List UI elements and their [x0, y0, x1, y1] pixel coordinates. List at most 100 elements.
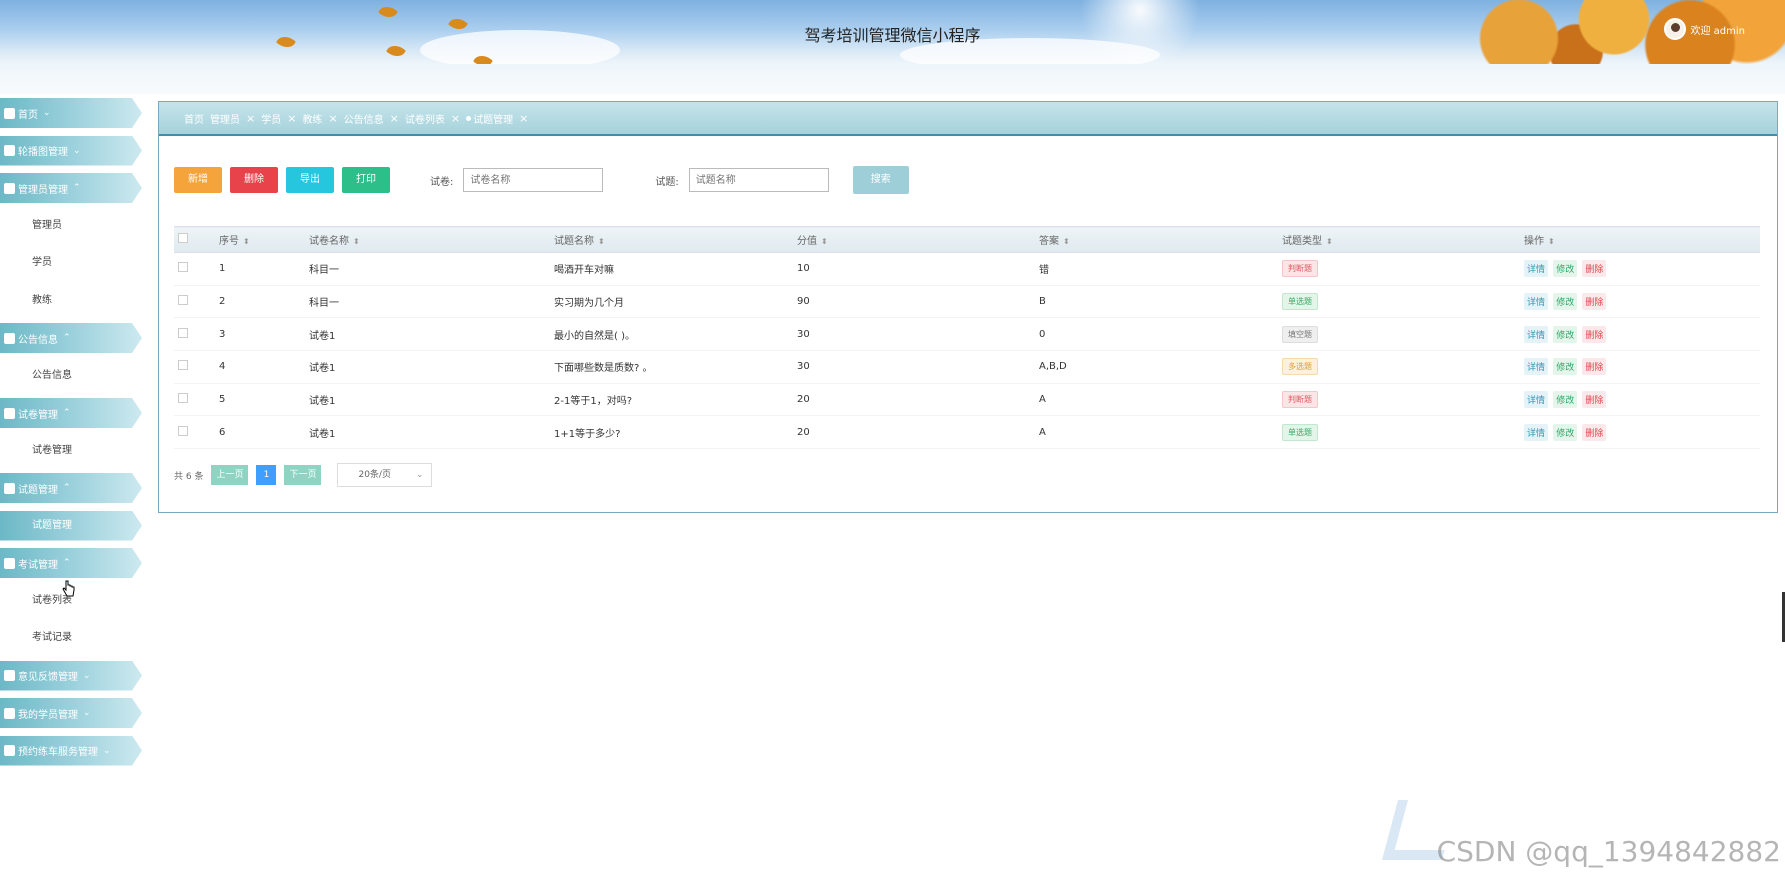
sidebar-group-header[interactable]: 试题管理 ⌃	[0, 473, 142, 503]
sidebar-group-header[interactable]: 预约练车服务管理 ⌄	[0, 735, 142, 766]
tab[interactable]: 管理员 ×	[210, 111, 255, 126]
export-button[interactable]: 导出	[286, 167, 334, 193]
detail-button[interactable]: 详情	[1524, 391, 1549, 409]
close-icon[interactable]: ×	[287, 112, 296, 125]
tab[interactable]: 首页	[184, 111, 204, 126]
edit-button[interactable]: 修改	[1553, 260, 1578, 278]
hand-cursor-icon	[62, 580, 75, 597]
delete-button[interactable]: 删除	[230, 167, 278, 193]
table-row[interactable]: 4 试卷1 下面哪些数是质数? 。 30 A,B,D 多选题 详情 修改 删除	[174, 350, 1760, 384]
page-size-value: 20条/页	[358, 470, 391, 480]
edit-button[interactable]: 修改	[1553, 358, 1578, 376]
question-search-input[interactable]	[688, 168, 829, 192]
table-row[interactable]: 6 试卷1 1+1等于多少? 20 A 单选题 详情 修改 删除	[174, 415, 1760, 450]
detail-button[interactable]: 详情	[1524, 325, 1549, 343]
sidebar-group-header[interactable]: 试卷管理 ⌃	[0, 398, 142, 428]
row-checkbox[interactable]	[178, 425, 188, 436]
next-page-button[interactable]: 下一页	[284, 465, 322, 485]
select-all-checkbox[interactable]	[178, 233, 188, 243]
sidebar-group-header[interactable]: 意见反馈管理 ⌄	[0, 660, 142, 691]
column-header[interactable]: 序号 ⬍	[219, 226, 309, 253]
row-checkbox[interactable]	[178, 295, 188, 306]
sidebar-group-label: 试题管理	[18, 484, 58, 496]
sort-icon[interactable]: ⬍	[243, 237, 250, 246]
row-checkbox[interactable]	[178, 360, 188, 371]
user-menu[interactable]: 欢迎 admin	[1664, 18, 1745, 40]
edit-button[interactable]: 修改	[1553, 391, 1578, 409]
row-delete-button[interactable]: 删除	[1582, 293, 1607, 311]
column-header[interactable]: 答案 ⬍	[1039, 226, 1282, 253]
row-delete-button[interactable]: 删除	[1582, 358, 1607, 376]
row-checkbox[interactable]	[178, 262, 188, 273]
tab[interactable]: 学员 ×	[261, 111, 296, 126]
sidebar-item[interactable]: 教练	[0, 286, 145, 316]
tab-label: 管理员	[210, 114, 240, 126]
sort-icon[interactable]: ⬍	[1548, 237, 1555, 246]
grid-icon	[4, 332, 15, 344]
row-checkbox[interactable]	[178, 393, 188, 404]
close-icon[interactable]: ×	[451, 112, 460, 125]
sort-icon[interactable]: ⬍	[598, 237, 605, 246]
row-delete-button[interactable]: 删除	[1582, 260, 1607, 278]
sidebar-item[interactable]: 公告信息	[0, 361, 145, 391]
sidebar-item[interactable]: 试卷管理	[0, 436, 145, 466]
column-header[interactable]: 试题名称 ⬍	[554, 226, 797, 253]
sort-icon[interactable]: ⬍	[821, 237, 828, 246]
row-delete-button[interactable]: 删除	[1582, 325, 1607, 343]
table-row[interactable]: 3 试卷1 最小的自然是( )。 30 0 填空题 详情 修改 删除	[174, 317, 1760, 352]
add-button[interactable]: 新增	[174, 167, 222, 193]
cell-no: 2	[219, 285, 309, 319]
edit-button[interactable]: 修改	[1553, 325, 1578, 343]
sidebar-group-header[interactable]: 首页 ⌄	[0, 98, 142, 128]
sidebar-group-header[interactable]: 我的学员管理 ⌄	[0, 698, 142, 728]
sidebar-item[interactable]: 考试记录	[0, 623, 145, 653]
detail-button[interactable]: 详情	[1524, 293, 1549, 311]
page-size-select[interactable]: 20条/页 ⌄	[337, 463, 433, 487]
current-page-button[interactable]: 1	[256, 465, 277, 485]
prev-page-button[interactable]: 上一页	[211, 465, 249, 485]
close-icon[interactable]: ×	[390, 112, 399, 125]
search-button[interactable]: 搜索	[852, 166, 909, 194]
sort-icon[interactable]: ⬍	[1326, 237, 1333, 246]
table-row[interactable]: 5 试卷1 2-1等于1，对吗? 20 A 判断题 详情 修改 删除	[174, 383, 1760, 417]
edit-button[interactable]: 修改	[1553, 423, 1578, 441]
detail-button[interactable]: 详情	[1524, 358, 1549, 376]
tab[interactable]: 试卷列表 ×	[405, 111, 460, 126]
type-badge: 单选题	[1282, 423, 1318, 441]
sidebar-item[interactable]: 学员	[0, 248, 145, 278]
column-header[interactable]: 分值 ⬍	[797, 226, 1039, 253]
sidebar-group-header[interactable]: 考试管理 ⌃	[0, 548, 142, 578]
detail-button[interactable]: 详情	[1524, 260, 1549, 278]
column-header[interactable]: 试卷名称 ⬍	[309, 226, 554, 253]
detail-button[interactable]: 详情	[1524, 423, 1549, 441]
tab[interactable]: 试题管理 ×	[466, 111, 528, 126]
sidebar-group-header[interactable]: 管理员管理 ⌃	[0, 173, 142, 203]
row-delete-button[interactable]: 删除	[1582, 423, 1607, 441]
sidebar-group-label: 预约练车服务管理	[18, 747, 98, 758]
row-delete-button[interactable]: 删除	[1582, 391, 1607, 409]
sort-icon[interactable]: ⬍	[1063, 237, 1070, 246]
sidebar-item[interactable]: 管理员	[0, 211, 145, 241]
close-icon[interactable]: ×	[519, 112, 528, 125]
print-button[interactable]: 打印	[342, 167, 390, 193]
sidebar-group-header[interactable]: 公告信息 ⌃	[0, 323, 142, 353]
tab[interactable]: 公告信息 ×	[344, 111, 399, 126]
close-icon[interactable]: ×	[246, 112, 255, 125]
table-row[interactable]: 2 科目一 实习期为几个月 90 B 单选题 详情 修改 删除	[174, 285, 1760, 319]
tab-label: 试卷列表	[404, 114, 445, 126]
column-header[interactable]: 操作 ⬍	[1524, 226, 1760, 253]
table-row[interactable]: 1 科目一 喝酒开车对嘛 10 错 判断题 详情 修改 删除	[174, 252, 1760, 286]
paper-search-input[interactable]	[463, 168, 604, 192]
type-badge: 判断题	[1282, 391, 1318, 409]
welcome-text: 欢迎 admin	[1690, 25, 1745, 37]
avatar[interactable]	[1664, 18, 1687, 40]
tab[interactable]: 教练 ×	[302, 111, 337, 126]
sort-icon[interactable]: ⬍	[353, 237, 360, 246]
edit-button[interactable]: 修改	[1553, 293, 1578, 311]
sidebar-group-label: 管理员管理	[18, 184, 68, 196]
sidebar-item[interactable]: 试题管理	[0, 510, 142, 541]
column-header[interactable]: 试题类型 ⬍	[1282, 226, 1524, 253]
close-icon[interactable]: ×	[328, 112, 337, 125]
sidebar-group-header[interactable]: 轮播图管理 ⌄	[0, 135, 142, 166]
row-checkbox[interactable]	[178, 327, 188, 338]
